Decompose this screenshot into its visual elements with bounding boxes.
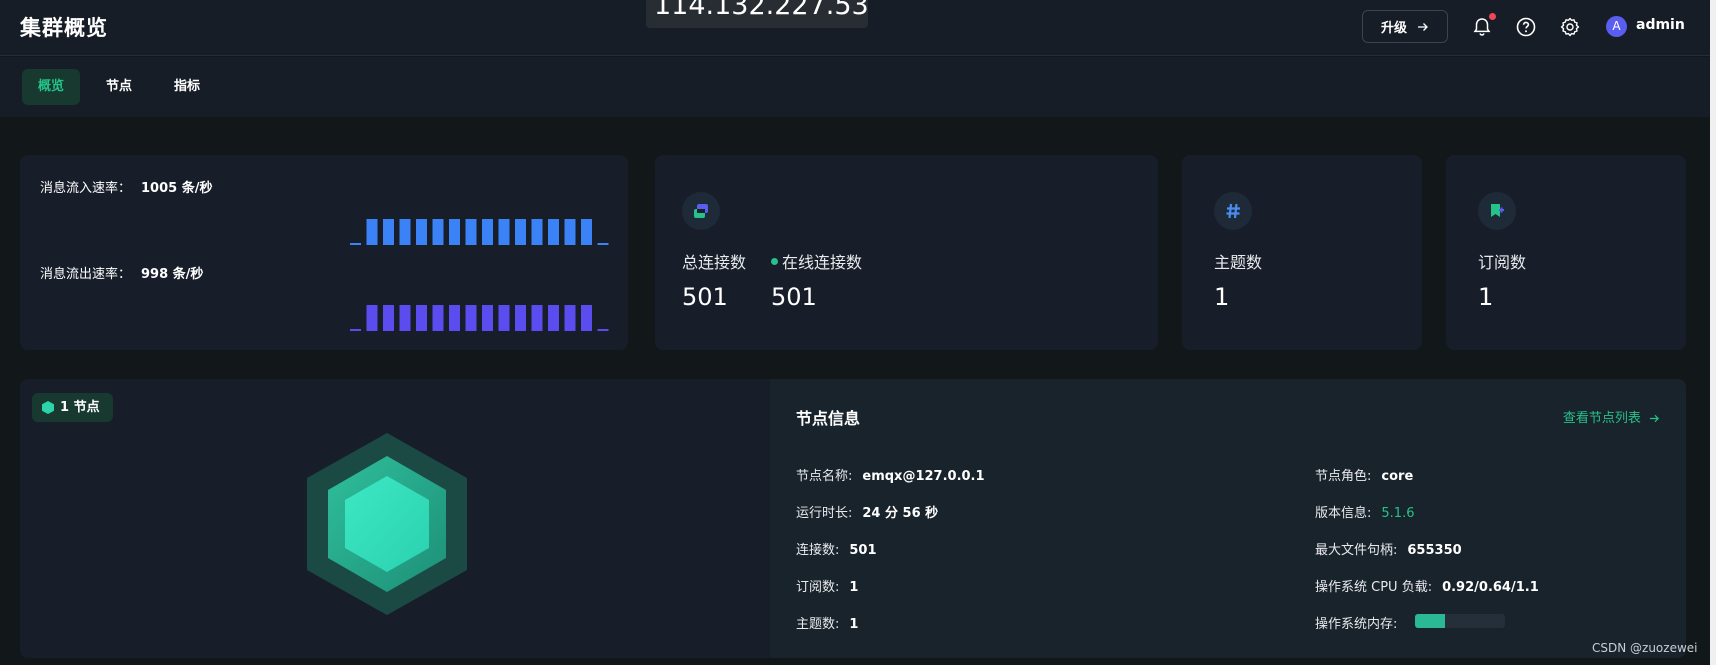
topics-label: 主题数 bbox=[1214, 253, 1263, 272]
online-connections: 在线连接数 bbox=[771, 249, 862, 273]
outgoing-rate-bar bbox=[432, 305, 444, 331]
top-header: 集群概览 114.132.227.53 升级 A admin bbox=[0, 0, 1710, 56]
online-connections-label: 在线连接数 bbox=[782, 253, 863, 272]
node-role-row: 节点角色: core bbox=[1315, 465, 1413, 484]
cpu-load-value: 0.92/0.64/1.1 bbox=[1442, 580, 1539, 595]
version-value[interactable]: 5.1.6 bbox=[1381, 506, 1414, 521]
node-name-label: 节点名称: bbox=[796, 469, 853, 484]
tab-bar: 概览 节点 指标 bbox=[0, 57, 1710, 117]
tab-nodes[interactable]: 节点 bbox=[90, 69, 148, 105]
max-fd-label: 最大文件句柄: bbox=[1315, 543, 1398, 558]
memory-row: 操作系统内存: bbox=[1315, 613, 1407, 632]
max-fd-value: 655350 bbox=[1407, 543, 1462, 558]
node-hexagon-icon bbox=[42, 401, 54, 414]
outgoing-rate-bar bbox=[465, 305, 477, 331]
memory-usage-fill bbox=[1415, 614, 1445, 628]
topics-card: 主题数 1 bbox=[1182, 155, 1422, 350]
node-topics-label: 主题数: bbox=[796, 617, 840, 632]
outgoing-rate-bar bbox=[597, 329, 609, 331]
cpu-load-row: 操作系统 CPU 负载: 0.92/0.64/1.1 bbox=[1315, 576, 1539, 595]
node-subscriptions-value: 1 bbox=[849, 580, 859, 595]
subscriptions-card: 订阅数 1 bbox=[1446, 155, 1686, 350]
subscriptions-label: 订阅数 bbox=[1478, 253, 1527, 272]
subscriptions-value: 1 bbox=[1478, 283, 1494, 311]
ip-address-overlay: 114.132.227.53 bbox=[646, 0, 869, 28]
view-node-list-link[interactable]: 查看节点列表 bbox=[1563, 407, 1660, 426]
node-name-value: emqx@127.0.0.1 bbox=[862, 469, 985, 484]
cluster-overview-page: 集群概览 114.132.227.53 升级 A admin 概览 节点 指标 … bbox=[0, 0, 1716, 665]
version-row: 版本信息: 5.1.6 bbox=[1315, 502, 1414, 521]
hash-icon bbox=[1214, 192, 1252, 230]
outgoing-rate-bar bbox=[366, 305, 378, 331]
node-topics-row: 主题数: 1 bbox=[796, 613, 858, 632]
avatar[interactable]: A bbox=[1606, 16, 1627, 37]
page-title: 集群概览 bbox=[20, 16, 108, 40]
tab-overview[interactable]: 概览 bbox=[22, 69, 81, 105]
online-status-dot bbox=[771, 258, 778, 265]
arrow-right-icon bbox=[1418, 22, 1428, 31]
scrollbar-track[interactable] bbox=[1710, 0, 1716, 665]
outgoing-rate-bar bbox=[531, 305, 543, 331]
outgoing-rate-sparkline bbox=[350, 305, 609, 331]
outgoing-rate-bar bbox=[515, 305, 526, 331]
memory-label: 操作系统内存: bbox=[1315, 617, 1398, 632]
uptime-row: 运行时长: 24 分 56 秒 bbox=[796, 502, 938, 521]
gear-icon[interactable] bbox=[1559, 16, 1581, 38]
node-hexagon-graphic[interactable] bbox=[305, 431, 469, 617]
outgoing-rate-bar bbox=[564, 305, 576, 331]
outgoing-rate-bar bbox=[581, 305, 592, 331]
outgoing-rate-bar bbox=[548, 305, 559, 331]
uptime-label: 运行时长: bbox=[796, 506, 853, 521]
outgoing-rate-bar bbox=[383, 305, 394, 331]
outgoing-rate-bar bbox=[416, 305, 427, 331]
node-name-row: 节点名称: emqx@127.0.0.1 bbox=[796, 465, 985, 484]
version-label: 版本信息: bbox=[1315, 506, 1372, 521]
node-subscriptions-label: 订阅数: bbox=[796, 580, 840, 595]
node-count-label: 1 节点 bbox=[60, 400, 100, 415]
outgoing-rate-bar bbox=[449, 305, 460, 331]
upgrade-button-label: 升级 bbox=[1380, 21, 1407, 36]
outgoing-rate-bar bbox=[399, 305, 411, 331]
outgoing-rate-bar bbox=[498, 305, 510, 331]
node-connections-value: 501 bbox=[849, 543, 877, 558]
node-info-title: 节点信息 bbox=[796, 409, 861, 428]
memory-usage-bar bbox=[1415, 614, 1505, 628]
connections-card: 总连接数 在线连接数 501 501 bbox=[655, 155, 1158, 350]
view-node-list-label: 查看节点列表 bbox=[1562, 411, 1641, 426]
total-connections-label: 总连接数 bbox=[682, 253, 747, 272]
cpu-load-label: 操作系统 CPU 负载: bbox=[1315, 580, 1433, 595]
connections-icon bbox=[682, 192, 720, 230]
notification-dot bbox=[1489, 13, 1496, 20]
outgoing-rate-bar bbox=[350, 329, 361, 331]
uptime-value: 24 分 56 秒 bbox=[862, 506, 939, 521]
node-count-badge: 1 节点 bbox=[32, 393, 113, 422]
watermark: CSDN @zuozewei bbox=[1592, 641, 1698, 655]
node-topics-value: 1 bbox=[849, 617, 859, 632]
message-rate-card: 消息流入速率： 1005 条/秒 消息流出速率： 998 条/秒 bbox=[20, 155, 628, 350]
tab-metrics[interactable]: 指标 bbox=[158, 69, 216, 105]
total-connections-value: 501 bbox=[682, 283, 728, 311]
online-connections-value: 501 bbox=[771, 283, 817, 311]
node-role-label: 节点角色: bbox=[1315, 469, 1372, 484]
upgrade-button[interactable]: 升级 bbox=[1362, 10, 1448, 43]
max-fd-row: 最大文件句柄: 655350 bbox=[1315, 539, 1462, 558]
help-icon[interactable] bbox=[1515, 16, 1537, 38]
node-connections-label: 连接数: bbox=[796, 543, 840, 558]
subscription-flag-icon bbox=[1478, 192, 1516, 230]
outgoing-rate-bar bbox=[482, 305, 493, 331]
node-connections-row: 连接数: 501 bbox=[796, 539, 877, 558]
node-subscriptions-row: 订阅数: 1 bbox=[796, 576, 858, 595]
username[interactable]: admin bbox=[1636, 17, 1685, 33]
topics-value: 1 bbox=[1214, 283, 1230, 311]
arrow-right-icon bbox=[1649, 414, 1660, 423]
node-role-value: core bbox=[1381, 469, 1414, 484]
